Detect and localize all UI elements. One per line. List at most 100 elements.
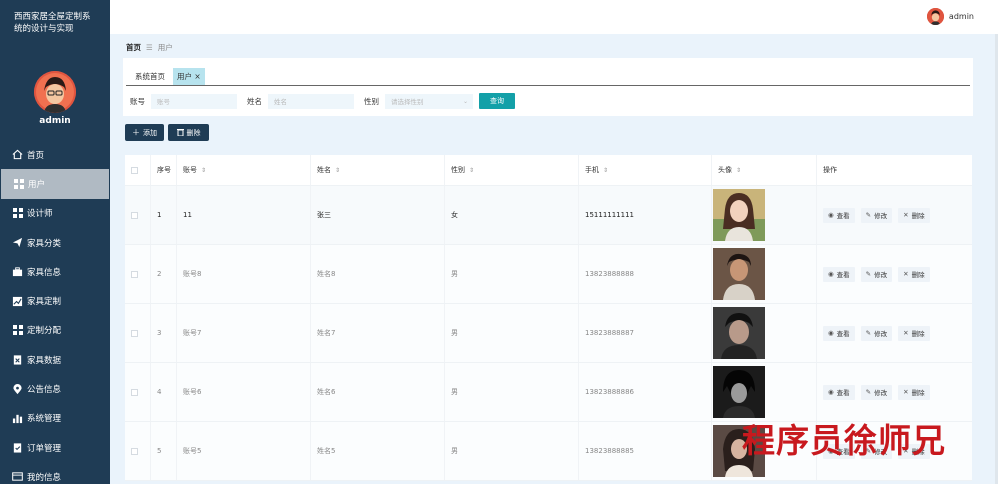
sex-select[interactable]: 请选择性别 ⌄ <box>385 93 473 109</box>
sidebar-item-label: 家具定制 <box>27 297 62 308</box>
row-sex: 男 <box>445 304 579 362</box>
plus-icon: ＋ <box>132 128 140 137</box>
sidebar-item-furniture-custom[interactable]: 家具定制 <box>0 286 110 315</box>
view-label: 查看 <box>836 330 850 338</box>
delete-label: 删除 <box>911 212 925 220</box>
header-avatar[interactable]: 头像 ⇕ <box>712 155 817 185</box>
row-phone: 13823888887 <box>579 304 712 362</box>
view-button[interactable]: ◉ 查看 <box>823 325 855 341</box>
edit-icon: ✎ <box>865 329 872 337</box>
sidebar-item-orders[interactable]: 订单管理 <box>0 433 110 462</box>
sidebar-item-furniture-info[interactable]: 家具信息 <box>0 257 110 286</box>
sort-icon[interactable]: ⇕ <box>201 167 206 174</box>
edit-button[interactable]: ✎ 修改 <box>860 325 893 341</box>
row-name: 姓名6 <box>311 363 445 421</box>
edit-button[interactable]: ✎ 修改 <box>860 266 893 282</box>
header-account[interactable]: 账号 ⇕ <box>177 155 311 185</box>
sidebar-item-label: 定制分配 <box>27 326 62 337</box>
row-checkbox[interactable] <box>131 388 138 396</box>
add-button-label: 添加 <box>143 128 157 137</box>
header-sex[interactable]: 性别 ⇕ <box>445 155 579 185</box>
row-name: 姓名8 <box>311 245 445 303</box>
header-name[interactable]: 姓名 ⇕ <box>311 155 445 185</box>
row-index: 4 <box>151 363 177 421</box>
sidebar: 西西家居全屋定制系统的设计与实现 admin 首页 用户 设计师 家具分类 家具… <box>0 0 110 484</box>
sort-icon[interactable]: ⇕ <box>736 167 741 174</box>
user-photo[interactable] <box>713 307 765 359</box>
sidebar-item-furniture-category[interactable]: 家具分类 <box>0 228 110 257</box>
table-row[interactable]: 2 账号8 姓名8 男 13823888888 ◉ 查看 ✎ 修改 ✕ 删除 <box>125 245 972 304</box>
select-all-checkbox[interactable] <box>131 166 138 174</box>
briefcase-icon <box>12 266 23 277</box>
table-row[interactable]: 1 11 张三 女 15111111111 ◉ 查看 ✎ 修改 ✕ 删除 <box>125 186 972 245</box>
top-user-menu[interactable]: admin <box>926 8 974 25</box>
sort-icon[interactable]: ⇕ <box>603 167 608 174</box>
row-checkbox[interactable] <box>131 211 138 219</box>
row-avatar-cell <box>712 186 817 244</box>
row-phone: 13823888886 <box>579 363 712 421</box>
table-row[interactable]: 3 账号7 姓名7 男 13823888887 ◉ 查看 ✎ 修改 ✕ 删除 <box>125 304 972 363</box>
sidebar-item-home[interactable]: 首页 <box>0 140 110 169</box>
delete-label: 删除 <box>911 271 925 279</box>
row-index: 5 <box>151 422 177 480</box>
search-row: 账号 账号 姓名 姓名 性别 请选择性别 ⌄ 查询 <box>130 93 515 109</box>
account-input[interactable]: 账号 <box>151 93 237 109</box>
query-button[interactable]: 查询 <box>479 93 515 109</box>
sidebar-item-system[interactable]: 系统管理 <box>0 404 110 433</box>
view-button[interactable]: ◉ 查看 <box>823 207 855 223</box>
row-account: 账号7 <box>177 304 311 362</box>
avatar[interactable] <box>34 71 76 113</box>
row-sex: 男 <box>445 422 579 480</box>
delete-button[interactable]: ✕ 删除 <box>898 266 930 282</box>
edit-label: 修改 <box>874 389 888 397</box>
batch-delete-button[interactable]: 删除 <box>168 124 209 141</box>
sidebar-item-label: 订单管理 <box>27 443 62 454</box>
row-account: 11 <box>177 186 311 244</box>
row-name: 姓名7 <box>311 304 445 362</box>
user-photo[interactable] <box>713 189 765 241</box>
view-button[interactable]: ◉ 查看 <box>823 384 855 400</box>
system-title: 西西家居全屋定制系统的设计与实现 <box>14 12 91 34</box>
edit-button[interactable]: ✎ 修改 <box>860 207 893 223</box>
user-photo[interactable] <box>713 248 765 300</box>
sidebar-item-designer[interactable]: 设计师 <box>0 199 110 228</box>
row-avatar-cell <box>712 304 817 362</box>
view-label: 查看 <box>836 212 850 220</box>
row-checkbox-cell <box>125 186 151 244</box>
sidebar-item-label: 首页 <box>27 150 45 161</box>
row-checkbox[interactable] <box>131 447 138 455</box>
breadcrumb-home[interactable]: 首页 <box>126 42 141 53</box>
row-checkbox[interactable] <box>131 329 138 337</box>
tab-users[interactable]: 用户 × <box>173 68 205 85</box>
chevron-down-icon: ⌄ <box>462 97 468 105</box>
view-button[interactable]: ◉ 查看 <box>823 266 855 282</box>
close-icon: ✕ <box>903 270 909 278</box>
grid-icon <box>12 208 23 219</box>
edit-icon: ✎ <box>865 211 872 219</box>
chart-line-icon <box>12 296 23 307</box>
add-button[interactable]: ＋ 添加 <box>125 124 164 141</box>
row-name: 姓名5 <box>311 422 445 480</box>
top-avatar[interactable] <box>926 8 944 25</box>
name-input[interactable]: 姓名 <box>268 93 354 109</box>
sidebar-item-furniture-data[interactable]: 家具数据 <box>0 345 110 374</box>
sort-icon[interactable]: ⇕ <box>469 167 474 174</box>
sidebar-item-users[interactable]: 用户 <box>1 169 109 199</box>
header-phone[interactable]: 手机 ⇕ <box>579 155 712 185</box>
row-checkbox[interactable] <box>131 270 138 278</box>
delete-button[interactable]: ✕ 删除 <box>898 384 930 400</box>
sidebar-menu: 首页 用户 设计师 家具分类 家具信息 家具定制 定制分配 家具数据 公告信息 … <box>0 140 110 484</box>
close-icon[interactable]: × <box>194 72 200 81</box>
sidebar-item-notice[interactable]: 公告信息 <box>0 374 110 403</box>
delete-button[interactable]: ✕ 删除 <box>898 207 930 223</box>
edit-button[interactable]: ✎ 修改 <box>860 384 893 400</box>
tab-home[interactable]: 系统首页 <box>131 68 169 85</box>
header-ops: 操作 <box>817 155 972 185</box>
eye-icon: ◉ <box>828 329 834 337</box>
delete-button[interactable]: ✕ 删除 <box>898 325 930 341</box>
sort-icon[interactable]: ⇕ <box>335 167 340 174</box>
user-photo[interactable] <box>713 366 765 418</box>
bar-chart-icon <box>12 413 23 424</box>
sidebar-item-my-info[interactable]: 我的信息 <box>0 462 110 484</box>
sidebar-item-custom-assign[interactable]: 定制分配 <box>0 316 110 345</box>
